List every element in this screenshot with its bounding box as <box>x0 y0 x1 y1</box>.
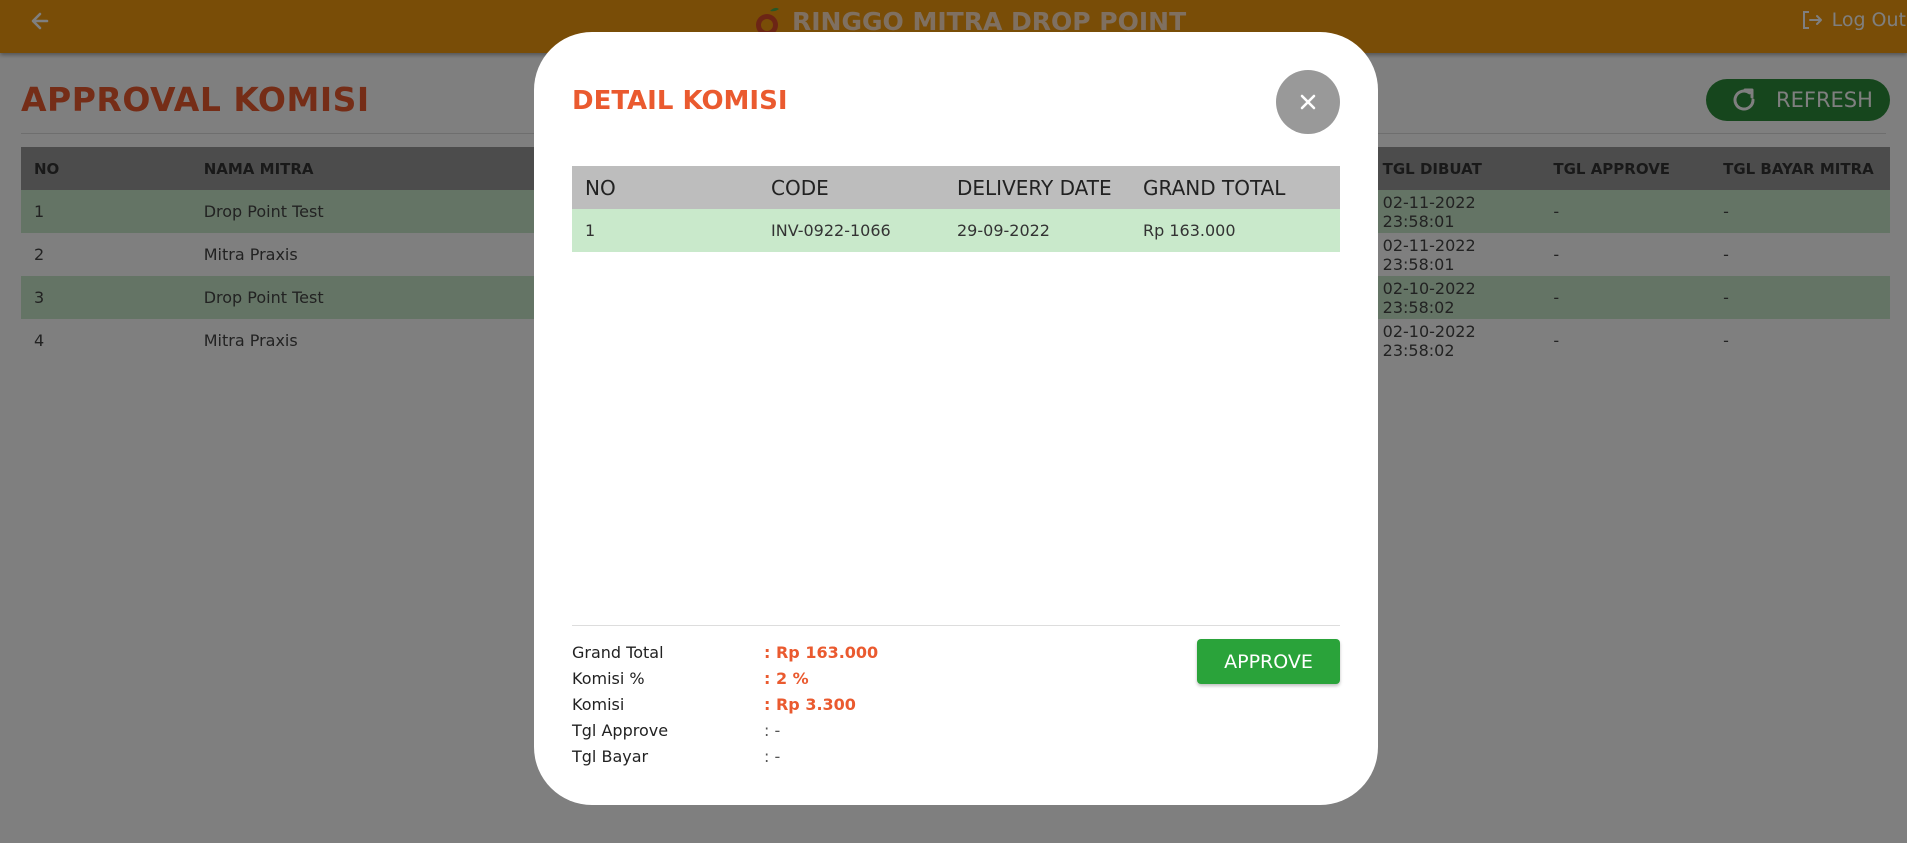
summary-row-komisi: Komisi : Rp 3.300 <box>572 691 878 717</box>
approve-button[interactable]: APPROVE <box>1197 639 1340 684</box>
summary-label: Tgl Approve <box>572 720 669 740</box>
summary-value: : - <box>764 746 781 766</box>
detail-header-delivery-date: DELIVERY DATE <box>944 166 1130 209</box>
detail-header-code: CODE <box>758 166 944 209</box>
summary-label: Tgl Bayar <box>572 746 649 766</box>
summary-value: : 2 % <box>764 668 809 688</box>
summary-row-tgl-bayar: Tgl Bayar : - <box>572 743 878 769</box>
summary-row-komisi-percent: Komisi % : 2 % <box>572 665 878 691</box>
divider <box>572 625 1340 626</box>
summary-label: Komisi <box>572 694 625 714</box>
detail-header-row: NO CODE DELIVERY DATE GRAND TOTAL <box>572 166 1340 209</box>
detail-row[interactable]: 1 INV-0922-1066 29-09-2022 Rp 163.000 <box>572 209 1340 252</box>
summary-label: Grand Total <box>572 642 664 662</box>
detail-cell-grand-total: Rp 163.000 <box>1130 209 1340 252</box>
summary: Grand Total : Rp 163.000 Komisi % : 2 % … <box>572 639 878 769</box>
summary-row-grand-total: Grand Total : Rp 163.000 <box>572 639 878 665</box>
summary-value: : Rp 163.000 <box>764 642 879 662</box>
detail-cell-code: INV-0922-1066 <box>758 209 944 252</box>
detail-cell-delivery-date: 29-09-2022 <box>944 209 1130 252</box>
detail-cell-no: 1 <box>572 209 758 252</box>
summary-value: : - <box>764 720 781 740</box>
close-button[interactable] <box>1276 70 1340 134</box>
summary-label: Komisi % <box>572 668 645 688</box>
detail-header-no: NO <box>572 166 758 209</box>
detail-header-grand-total: GRAND TOTAL <box>1130 166 1340 209</box>
summary-value: : Rp 3.300 <box>764 694 856 714</box>
close-icon <box>1300 94 1316 110</box>
summary-row-tgl-approve: Tgl Approve : - <box>572 717 878 743</box>
detail-modal: DETAIL KOMISI NO CODE DELIVERY DATE GRAN… <box>534 32 1378 805</box>
modal-title: DETAIL KOMISI <box>572 86 788 116</box>
detail-table: NO CODE DELIVERY DATE GRAND TOTAL 1 INV-… <box>572 166 1340 252</box>
